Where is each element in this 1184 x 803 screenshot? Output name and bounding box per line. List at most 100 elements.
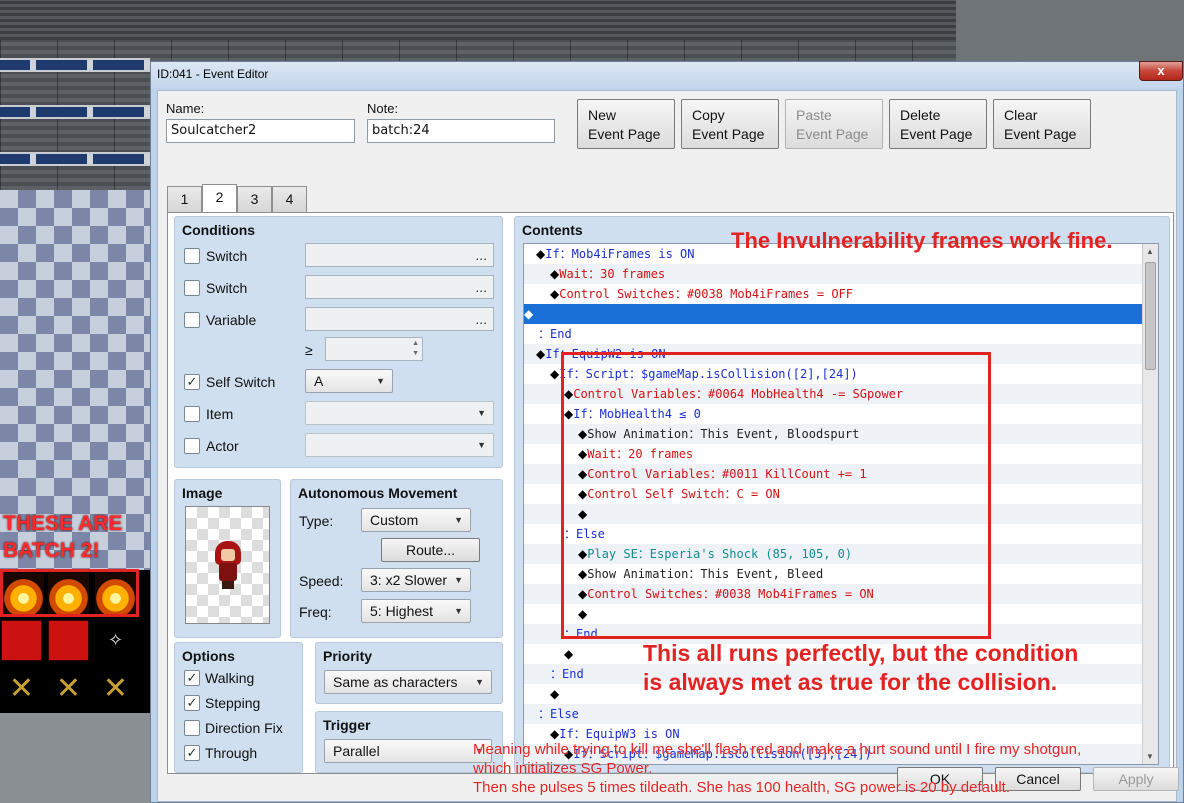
movement-type-select[interactable]: Custom ▼ xyxy=(361,508,471,532)
stepping-checkbox[interactable]: ✓ xyxy=(184,695,200,711)
autonomous-movement-group: Autonomous Movement Type: Custom ▼ Route… xyxy=(290,479,503,638)
button-label: Event Page xyxy=(1004,126,1077,142)
diamond-icon: ◆ xyxy=(524,307,534,321)
character-image-preview[interactable] xyxy=(185,506,270,624)
self-switch-value: A xyxy=(314,373,324,389)
item-select[interactable]: ▼ xyxy=(305,401,494,425)
tab-page-3[interactable]: 3 xyxy=(237,186,272,212)
stepper-down-icon[interactable]: ▼ xyxy=(412,350,419,357)
speed-label: Speed: xyxy=(299,573,344,589)
tab-page-4[interactable]: 4 xyxy=(272,186,307,212)
map-window-row xyxy=(0,58,150,72)
note-input[interactable]: batch:24 xyxy=(367,119,555,143)
self-switch-checkbox[interactable]: ✓ xyxy=(184,374,200,390)
switch2-label: Switch xyxy=(206,280,248,296)
stepping-label: Stepping xyxy=(205,695,261,711)
switch2-checkbox[interactable] xyxy=(184,280,200,296)
command-row[interactable]: ◆Wait：30 frames xyxy=(524,264,1144,284)
trigger-title: Trigger xyxy=(323,717,371,733)
command-label: ：Else xyxy=(538,707,579,721)
walking-checkbox[interactable]: ✓ xyxy=(184,670,200,686)
footnote-line: Meaning while trying to kill me she'll f… xyxy=(473,741,1082,758)
new-event-page-button[interactable]: New Event Page xyxy=(577,99,675,149)
variable-label: Variable xyxy=(206,312,257,328)
apply-button[interactable]: Apply xyxy=(1093,767,1179,791)
switch1-select-field[interactable]: ... xyxy=(305,243,494,267)
route-button[interactable]: Route... xyxy=(381,538,480,562)
close-button[interactable]: x xyxy=(1139,61,1183,81)
diamond-icon: ◆ xyxy=(550,687,560,701)
button-label: Clear xyxy=(1004,107,1038,123)
speed-select[interactable]: 3: x2 Slower ▼ xyxy=(361,568,471,592)
character-sprite xyxy=(214,541,242,589)
map-roof xyxy=(0,0,956,40)
scroll-thumb[interactable] xyxy=(1145,262,1156,370)
switch1-label: Switch xyxy=(206,248,248,264)
button-label: Event Page xyxy=(588,126,661,142)
command-text: ◆Wait：30 frames xyxy=(524,267,665,281)
contents-title: Contents xyxy=(522,222,583,238)
map-window-row xyxy=(0,152,150,166)
title-bar[interactable]: ID:041 - Event Editor xyxy=(151,62,1183,88)
contents-scrollbar[interactable]: ▲ ▼ xyxy=(1142,244,1158,764)
scroll-down-icon[interactable]: ▼ xyxy=(1146,752,1154,761)
ellipsis-icon: ... xyxy=(475,247,487,263)
footnote-line: Then she pulses 5 times tildeath. She ha… xyxy=(473,779,1010,796)
priority-select[interactable]: Same as characters ▼ xyxy=(324,670,492,694)
command-label: If：EquipW3 is ON xyxy=(559,727,680,741)
variable-checkbox[interactable] xyxy=(184,312,200,328)
star-tile: ✕ xyxy=(1,668,42,709)
actor-label: Actor xyxy=(206,438,239,454)
trigger-select[interactable]: Parallel ▼ xyxy=(324,739,492,763)
sprite-legs xyxy=(222,581,234,589)
command-label: If：Mob4iFrames is ON xyxy=(545,247,695,261)
name-input[interactable]: Soulcatcher2 xyxy=(166,119,355,143)
command-text: ：End xyxy=(524,327,572,341)
star-tile: ✕ xyxy=(48,668,89,709)
batch-annotation-line: BATCH 2! xyxy=(3,539,100,562)
freq-select[interactable]: 5: Highest ▼ xyxy=(361,599,471,623)
command-row[interactable]: ◆ xyxy=(524,304,1144,324)
stepper-up-icon[interactable]: ▲ xyxy=(412,340,419,347)
tab-page-2[interactable]: 2 xyxy=(202,184,237,213)
star-tile: ✕ xyxy=(95,668,136,709)
command-label: ：End xyxy=(550,667,584,681)
sparkle-tile: ✧ xyxy=(95,620,136,661)
map-ground xyxy=(0,713,150,803)
chevron-down-icon: ▼ xyxy=(454,575,463,585)
actor-select[interactable]: ▼ xyxy=(305,433,494,457)
button-label: Delete xyxy=(900,107,941,123)
item-label: Item xyxy=(206,406,234,422)
through-checkbox[interactable]: ✓ xyxy=(184,745,200,761)
greater-equal-symbol: ≥ xyxy=(305,342,313,358)
options-group: Options ✓ Walking ✓ Stepping Direction F… xyxy=(174,642,303,773)
variable-select-field[interactable]: ... xyxy=(305,307,494,331)
switch1-checkbox[interactable] xyxy=(184,248,200,264)
actor-checkbox[interactable] xyxy=(184,438,200,454)
batch-annotation-line: THESE ARE xyxy=(3,512,123,535)
command-label: Wait：30 frames xyxy=(559,267,666,281)
window-title: ID:041 - Event Editor xyxy=(157,67,269,81)
scroll-up-icon[interactable]: ▲ xyxy=(1146,247,1154,256)
self-switch-label: Self Switch xyxy=(206,374,276,390)
switch2-select-field[interactable]: ... xyxy=(305,275,494,299)
diamond-icon: ◆ xyxy=(550,367,560,381)
paste-event-page-button[interactable]: Paste Event Page xyxy=(785,99,883,149)
clear-event-page-button[interactable]: Clear Event Page xyxy=(993,99,1091,149)
tab-page-1[interactable]: 1 xyxy=(167,186,202,212)
command-row[interactable]: ：End xyxy=(524,324,1144,344)
command-row[interactable]: ：Else xyxy=(524,704,1144,724)
delete-event-page-button[interactable]: Delete Event Page xyxy=(889,99,987,149)
button-label: New xyxy=(588,107,617,123)
direction-fix-label: Direction Fix xyxy=(205,720,283,736)
copy-event-page-button[interactable]: Copy Event Page xyxy=(681,99,779,149)
command-text: ◆If：EquipW3 is ON xyxy=(524,727,680,741)
item-checkbox[interactable] xyxy=(184,406,200,422)
direction-fix-checkbox[interactable] xyxy=(184,720,200,736)
command-row[interactable]: ◆Control Switches：#0038 Mob4iFrames = OF… xyxy=(524,284,1144,304)
sprite-face xyxy=(221,549,235,561)
variable-value-stepper[interactable]: ▲ ▼ xyxy=(325,337,423,361)
self-switch-select[interactable]: A ▼ xyxy=(305,369,393,393)
priority-group: Priority Same as characters ▼ xyxy=(315,642,503,704)
chevron-down-icon: ▼ xyxy=(475,677,484,687)
